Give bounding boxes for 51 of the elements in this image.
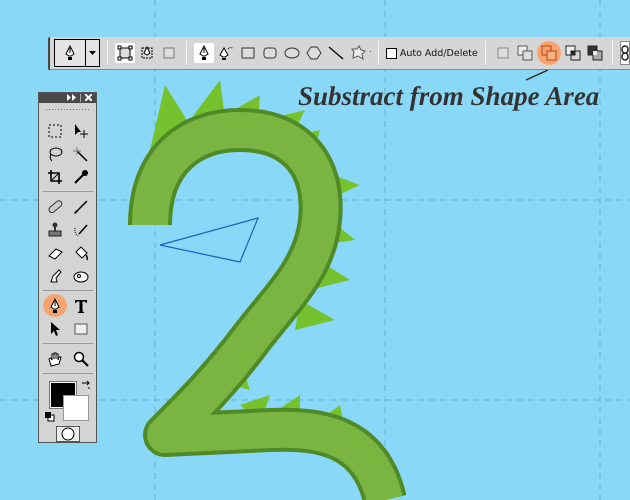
shape-operation-button[interactable] <box>514 43 535 63</box>
subtract-shapes-icon <box>540 45 557 61</box>
checkbox[interactable] <box>386 48 397 58</box>
crop-icon <box>46 168 62 185</box>
exclude-shapes-icon <box>586 45 603 61</box>
brush-icon <box>72 198 88 215</box>
freeform-pen-icon <box>218 45 234 61</box>
circle-icon <box>60 427 74 441</box>
path-outline-icon <box>138 45 155 61</box>
intersect-shapes-icon <box>564 45 581 61</box>
line-icon <box>328 45 344 61</box>
hexagon-icon <box>306 45 322 61</box>
default-colors-icon[interactable] <box>44 412 54 422</box>
mode-button[interactable] <box>114 43 135 63</box>
shape-handles-icon <box>116 45 133 61</box>
paint-bucket-icon <box>72 244 88 261</box>
rectangle-icon <box>240 45 256 61</box>
background-color-swatch[interactable] <box>62 395 88 422</box>
blob-shape-icon <box>350 45 366 61</box>
shape-operation-button[interactable] <box>584 43 605 63</box>
rectangle-icon <box>72 320 88 337</box>
eyedropper-icon <box>72 168 88 185</box>
quick-mask-button[interactable] <box>56 426 80 442</box>
lasso-icon <box>46 146 62 162</box>
tool-button[interactable] <box>194 43 214 63</box>
tool-preset-picker[interactable] <box>54 39 100 67</box>
square-icon <box>494 45 511 61</box>
close-icon[interactable] <box>85 94 92 102</box>
history-brush-icon <box>72 222 88 238</box>
swap-arrows-icon[interactable] <box>80 380 90 390</box>
callout-text: Substract from Shape Area <box>298 83 600 110</box>
magic-wand-icon <box>72 146 88 162</box>
dashed-rectangle-icon <box>46 122 62 139</box>
collapse-icon[interactable] <box>67 94 76 102</box>
rounded-rectangle-icon <box>262 45 278 61</box>
stamp-icon <box>46 222 62 238</box>
caret-icon <box>88 51 96 55</box>
chain-link-icon <box>620 45 629 61</box>
type-t-icon <box>72 298 88 314</box>
square-icon <box>160 45 177 61</box>
grip-dots-icon <box>46 108 90 110</box>
leader-line <box>526 69 548 81</box>
ellipse-icon <box>284 45 300 61</box>
move-arrow-icon <box>72 122 88 139</box>
checkbox-label: Auto Add/Delete <box>400 48 478 58</box>
add-shapes-icon <box>516 45 533 61</box>
shape-operation-button[interactable] <box>562 43 583 63</box>
hand-icon <box>46 350 62 367</box>
magnifier-icon <box>72 350 88 367</box>
link-button[interactable] <box>620 41 630 65</box>
tool-button[interactable] <box>42 294 66 318</box>
